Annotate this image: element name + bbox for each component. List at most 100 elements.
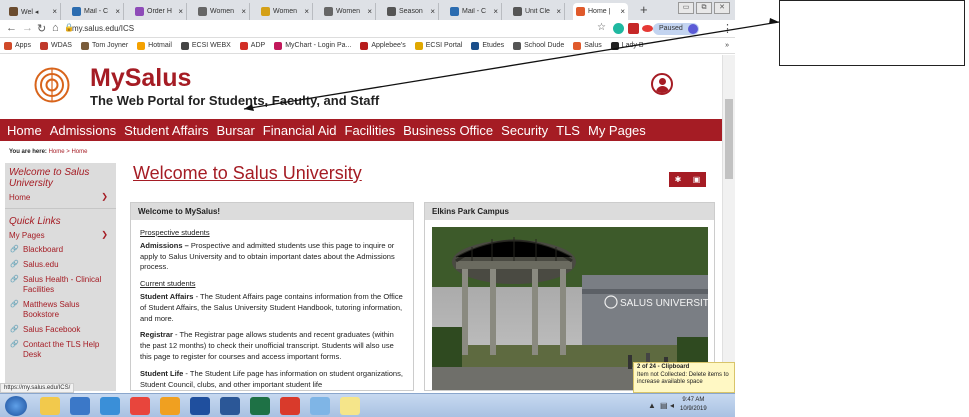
sidebar-item-home[interactable]: Home ❯ [5,191,116,205]
close-tab-icon[interactable]: × [367,7,372,16]
taskbar-app-stickynotes-icon[interactable] [340,397,360,415]
taskbar-app-chrome-icon[interactable] [130,397,150,415]
cloud-extension-icon[interactable] [642,25,653,32]
nav-item-security[interactable]: Security [501,123,548,138]
taskbar-app-snipping-icon[interactable] [310,397,330,415]
bookmark-item[interactable]: Hotmail [137,41,172,50]
taskbar-app-media-icon[interactable] [70,397,90,415]
browser-tab[interactable]: Women × [195,3,250,20]
student-affairs-link[interactable]: Student Affairs [140,292,193,301]
quick-link[interactable]: Salus Health - Clinical Facilities [5,273,116,298]
chevron-down-icon[interactable]: ❯ [101,230,108,240]
forward-icon[interactable]: → [22,22,33,34]
print-icon[interactable]: ▣ [693,175,701,184]
extension-icon[interactable] [613,23,624,34]
volume-icon[interactable]: ◂ [670,401,674,410]
close-tab-icon[interactable]: × [556,7,561,16]
quick-link[interactable]: Blackboard [5,243,116,258]
close-tab-icon[interactable]: × [430,7,435,16]
nav-item-facilities[interactable]: Facilities [345,123,396,138]
quick-link[interactable]: Salus.edu [5,258,116,273]
nav-item-home[interactable]: Home [7,123,42,138]
restore-button[interactable]: ⧉ [696,2,712,14]
sidebar-item-my-pages[interactable]: My Pages ❯ [5,229,116,243]
close-window-button[interactable]: ✕ [714,2,730,14]
clipboard-notification[interactable]: 2 of 24 - Clipboard Item not Collected: … [633,362,735,393]
prospective-students-link[interactable]: Prospective students [140,228,404,239]
close-tab-icon[interactable]: × [304,7,309,16]
current-students-link[interactable]: Current students [140,279,404,290]
registrar-link[interactable]: Registrar [140,330,173,339]
bookmark-item[interactable]: Applebee's [360,41,406,50]
minimize-button[interactable]: ▭ [678,2,694,14]
browser-tab[interactable]: Order H × [132,3,187,20]
url-field[interactable]: my.salus.edu/ICS [72,24,134,33]
show-hidden-icons-icon[interactable]: ▲ [648,401,656,410]
nav-item-tls[interactable]: TLS [556,123,580,138]
taskbar-app-excel-icon[interactable] [250,397,270,415]
salus-logo[interactable] [34,67,70,103]
user-account-icon[interactable] [651,73,673,95]
bookmark-item[interactable]: Salus [573,41,602,50]
site-brand[interactable]: MySalus [90,65,191,91]
admissions-link[interactable]: Admissions – [140,241,189,250]
student-life-link[interactable]: Student Life [140,369,183,378]
system-clock[interactable]: 9:47 AM 10/9/2019 [680,396,707,414]
back-icon[interactable]: ← [6,22,17,34]
start-button[interactable] [5,396,27,416]
close-tab-icon[interactable]: × [241,7,246,16]
bookmark-item[interactable]: WDAS [39,41,72,50]
bookmark-item[interactable]: ADP [239,41,265,50]
nav-item-student-affairs[interactable]: Student Affairs [124,123,208,138]
taskbar-app-ie-icon[interactable] [100,397,120,415]
browser-tab[interactable]: Wel ◂ × [6,3,61,20]
bookmark-item[interactable]: Etudes [471,41,504,50]
browser-tab[interactable]: Mail - C × [69,3,124,20]
browser-tab[interactable]: Women × [321,3,376,20]
breadcrumb-home[interactable]: Home [49,149,65,155]
close-tab-icon[interactable]: × [178,7,183,16]
chevron-down-icon[interactable]: ❯ [101,192,108,202]
bookmark-item[interactable]: Tom Joyner [80,41,128,50]
browser-tab[interactable]: Home | × [573,3,628,20]
bookmark-item[interactable]: Apps [4,41,31,50]
close-tab-icon[interactable]: × [493,7,498,16]
new-tab-button[interactable]: + [640,2,648,17]
menu-icon[interactable]: ⋮ [722,22,733,35]
taskbar-app-explorer-icon[interactable] [40,397,60,415]
pdf-extension-icon[interactable] [628,23,639,34]
profile-paused-button[interactable]: Paused [653,23,699,35]
star-icon[interactable]: ☆ [597,22,606,33]
bookmarks-overflow-button[interactable]: » [725,42,729,49]
breadcrumb-current[interactable]: Home [71,149,87,155]
nav-item-my-pages[interactable]: My Pages [588,123,646,138]
network-icon[interactable]: ▤ [660,401,668,410]
browser-tab[interactable]: Unit Cle × [510,3,565,20]
quick-link[interactable]: Salus Facebook [5,323,116,338]
scrollbar-thumb[interactable] [725,99,733,179]
close-tab-icon[interactable]: × [52,7,57,16]
bookmark-item[interactable]: ECSI WEBX [180,41,231,50]
taskbar-app-jabber-icon[interactable] [190,397,210,415]
browser-tab[interactable]: Women × [258,3,313,20]
bookmark-item[interactable]: School Dude [513,41,564,50]
browser-tab[interactable]: Mail - C × [447,3,502,20]
nav-item-bursar[interactable]: Bursar [216,123,254,138]
nav-item-financial-aid[interactable]: Financial Aid [263,123,337,138]
taskbar-app-acrobat-icon[interactable] [280,397,300,415]
taskbar-app-word-icon[interactable] [220,397,240,415]
taskbar-app-outlook-icon[interactable] [160,397,180,415]
reload-icon[interactable]: ↻ [37,22,46,35]
bookmark-item[interactable]: Lady B [610,41,644,50]
bookmark-item[interactable]: MyChart - Login Pa... [274,41,351,50]
page-scrollbar[interactable] [722,55,735,391]
quick-link[interactable]: Contact the TLS Help Desk [5,338,116,363]
close-tab-icon[interactable]: × [620,7,625,16]
home-icon[interactable]: ⌂ [52,22,59,34]
nav-item-admissions[interactable]: Admissions [50,123,116,138]
sidebar-welcome[interactable]: Welcome to Salus University [5,163,116,191]
nav-item-business-office[interactable]: Business Office [403,123,493,138]
quick-link[interactable]: Matthews Salus Bookstore [5,298,116,323]
bookmark-item[interactable]: ECSI Portal [414,41,462,50]
browser-tab[interactable]: Season × [384,3,439,20]
